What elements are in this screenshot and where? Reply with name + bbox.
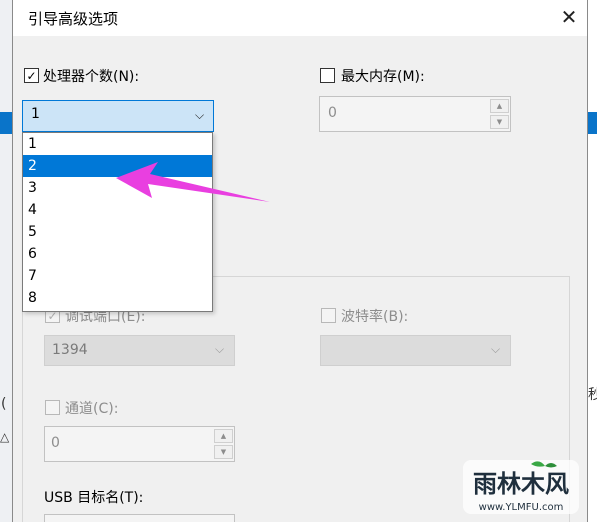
processor-count-checkbox[interactable]: ✓ [24,68,39,83]
channel-value: 0 [51,435,60,451]
checkmark-icon: ✓ [26,68,37,83]
close-icon: ✕ [560,5,578,29]
dialog-title: 引导高级选项 [28,10,119,28]
annotation-arrow-icon [116,162,270,202]
chevron-down-icon: ⌵ [195,108,205,122]
chevron-down-icon: ⌵ [215,342,225,356]
dialog-titlebar: 引导高级选项 ✕ [12,0,588,36]
watermark-logo: 雨林木风 www.YLMFU.com [461,458,581,516]
processor-count-value: 1 [31,106,40,122]
usb-target-name-input[interactable] [44,514,235,522]
baud-rate-label: 波特率(B): [341,309,409,325]
dropdown-option[interactable]: 7 [23,265,212,287]
processor-count-label: 处理器个数(N): [43,69,140,85]
background-text: △ [0,430,10,444]
debug-port-combobox[interactable]: 1394 ⌵ [44,335,235,366]
background-text: 秒 [588,387,597,403]
max-memory-label: 最大内存(M): [341,69,425,85]
spin-down-button[interactable]: ▼ [490,115,509,129]
dropdown-option[interactable]: 5 [23,221,212,243]
annotation-arrow-shape [116,162,270,202]
caret-up-icon: ▲ [220,432,227,440]
spin-up-button[interactable]: ▲ [214,429,233,443]
max-memory-checkbox[interactable] [320,68,335,83]
channel-spinner[interactable]: 0 ▲ ▼ [44,426,235,462]
dropdown-option[interactable]: 1 [23,133,212,155]
spin-down-button[interactable]: ▼ [214,445,233,459]
caret-down-icon: ▼ [220,448,227,456]
debug-port-value: 1394 [52,342,88,358]
channel-checkbox[interactable] [45,400,60,415]
max-memory-spinner[interactable]: 0 ▲ ▼ [319,96,511,132]
baud-rate-combobox[interactable]: ⌵ [320,335,511,366]
dropdown-option[interactable]: 8 [23,287,212,309]
chevron-down-icon: ⌵ [491,342,501,356]
ylmf-logo-icon: 雨林木风 www.YLMFU.com [463,460,579,514]
close-button[interactable]: ✕ [553,2,585,32]
channel-label: 通道(C): [65,401,119,417]
spin-up-button[interactable]: ▲ [490,99,509,113]
caret-up-icon: ▲ [496,102,503,110]
dropdown-option[interactable]: 6 [23,243,212,265]
max-memory-value: 0 [328,105,337,121]
baud-rate-checkbox[interactable] [321,308,336,323]
svg-text:www.YLMFU.com: www.YLMFU.com [479,502,564,513]
background-text: ( [1,396,7,412]
processor-count-combobox[interactable]: 1 ⌵ [22,100,214,132]
usb-target-name-label: USB 目标名(T): [44,490,144,506]
svg-text:雨林木风: 雨林木风 [473,470,569,498]
caret-down-icon: ▼ [496,118,503,126]
